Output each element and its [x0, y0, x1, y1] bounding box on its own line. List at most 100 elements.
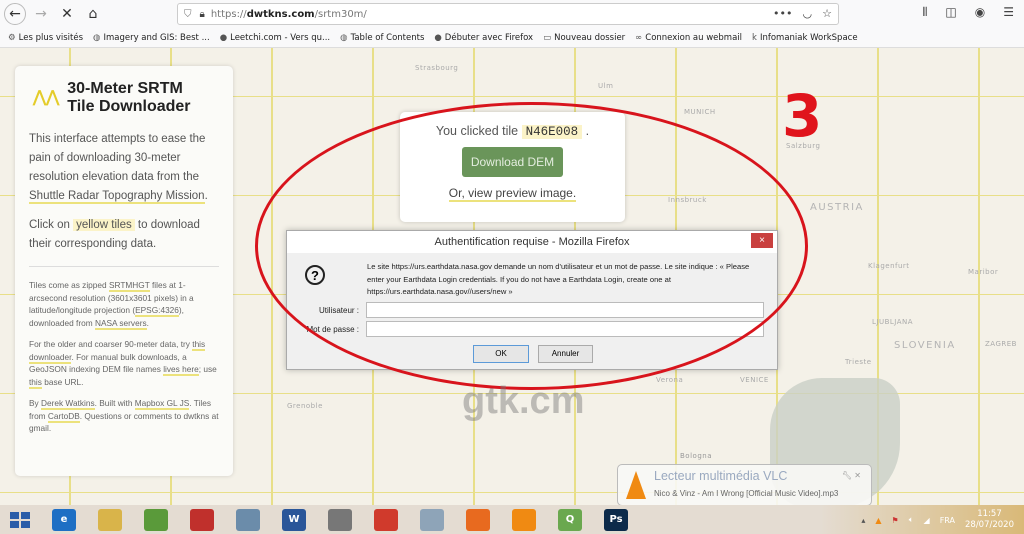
tiles-text: Tiles come as zipped SRTMHGT files at 1-…	[29, 280, 194, 330]
pocket-icon[interactable]: ◡	[803, 7, 813, 20]
nasa-link[interactable]: NASA servers	[94, 317, 147, 330]
base-url-link[interactable]: this	[29, 376, 42, 389]
infomaniak-icon: k	[752, 32, 757, 43]
map-label: VENICE	[740, 376, 769, 384]
url-path: /srtm30m/	[314, 8, 367, 20]
url-bar[interactable]: ⛉ 🔒︎ https://dwtkns.com/srtm30m/ ••• ◡ ☆	[177, 3, 839, 25]
menu-icon[interactable]: ☰	[1003, 5, 1014, 20]
network-icon[interactable]: ◢	[924, 516, 930, 525]
browser-toolbar: ← → ✕ ⌂ ⛉ 🔒︎ https://dwtkns.com/srtm30m/…	[0, 0, 1024, 28]
close-button[interactable]: ×	[751, 233, 773, 248]
back-icon[interactable]: ←	[4, 3, 26, 25]
show-hidden-icons[interactable]: ▴	[861, 516, 865, 525]
map-label: MUNICH	[684, 108, 716, 116]
instructions-text: Click on yellow tiles to download their …	[29, 219, 200, 250]
stop-icon[interactable]: ✕	[56, 3, 78, 25]
auth-dialog: Authentification requise - Mozilla Firef…	[286, 230, 778, 370]
account-icon[interactable]: ◉	[975, 5, 985, 20]
geojson-link[interactable]: lives here	[163, 364, 199, 376]
mapbox-link[interactable]: Mapbox GL JS	[134, 398, 190, 410]
ie-icon[interactable]: e	[52, 508, 76, 531]
map-label: Klagenfurt	[868, 262, 910, 270]
vlc-icon	[626, 471, 646, 499]
vlc-icon[interactable]	[512, 508, 536, 531]
firefox-icon[interactable]	[466, 508, 490, 531]
more-icon[interactable]: •••	[773, 7, 792, 20]
cancel-button[interactable]: Annuler	[538, 345, 593, 363]
bookmark-item[interactable]: ∞ Connexion au webmail	[635, 33, 742, 43]
tile-id: N46E008	[521, 125, 583, 139]
bookmark-item[interactable]: ▭ Nouveau dossier	[543, 33, 625, 43]
cartodb-link[interactable]: CartoDB	[47, 410, 80, 423]
popup-text: You clicked tile	[435, 124, 519, 138]
explorer-icon[interactable]	[98, 508, 122, 531]
password-input[interactable]	[366, 321, 764, 337]
map-label: ZAGREB	[985, 340, 1017, 348]
bookmark-item[interactable]: ● Débuter avec Firefox	[434, 33, 533, 43]
intro-text: This interface attempts to ease the pain…	[29, 133, 208, 204]
globe-icon: ◍	[93, 32, 101, 43]
taskbar: e W Q Ps ▴ ▲ ⚑ 🔈︎ ◢ FRA 11:57 28/07/2020	[0, 505, 1024, 534]
map-label: Innsbruck	[668, 196, 707, 204]
browser-icon[interactable]	[328, 508, 352, 531]
globe-icon: ◍	[340, 32, 348, 43]
home-icon[interactable]: ⌂	[82, 3, 104, 25]
lock-icon: 🔒︎	[199, 8, 205, 20]
vlc-tray-icon[interactable]: ▲	[875, 516, 881, 525]
ok-button[interactable]: OK	[473, 345, 529, 363]
windows-start-icon[interactable]	[10, 511, 30, 528]
settings-icon[interactable]: 🔧︎	[842, 471, 852, 480]
sidebar-icon[interactable]: ◫	[945, 5, 956, 20]
library-icon[interactable]: ⫴	[922, 5, 927, 20]
map-label: LJUBLJANA	[872, 318, 914, 326]
map-label: Strasbourg	[415, 64, 459, 72]
dialog-title: Authentification requise - Mozilla Firef…	[287, 231, 777, 253]
map-label: Trieste	[845, 358, 872, 366]
credits-text: By Derek Watkins. Built with Mapbox GL J…	[29, 398, 219, 433]
bookmark-item[interactable]: ⚙ Les plus visités	[8, 33, 83, 43]
app-icon[interactable]	[190, 508, 214, 531]
star-icon[interactable]: ☆	[822, 7, 832, 20]
map-label: Grenoble	[287, 402, 323, 410]
map-label: Maribor	[968, 268, 999, 276]
username-input[interactable]	[366, 302, 764, 318]
word-icon[interactable]: W	[282, 508, 306, 531]
question-icon: ?	[305, 265, 325, 285]
url-host: dwtkns.com	[246, 8, 315, 20]
bookmark-item[interactable]: ● Leetchi.com - Vers qu...	[220, 33, 330, 43]
map-label: Ulm	[598, 82, 614, 90]
volume-icon[interactable]: 🔈︎	[909, 515, 914, 525]
globe-app-icon[interactable]	[144, 508, 168, 531]
srtm-link[interactable]: Shuttle Radar Topography Mission	[29, 190, 205, 204]
firefox-icon: ●	[434, 32, 442, 43]
url-prefix: https://	[210, 8, 247, 20]
download-dem-button[interactable]: Download DEM	[461, 147, 564, 177]
epsg-link[interactable]: EPSG:4326	[135, 305, 179, 317]
clock[interactable]: 11:57 28/07/2020	[965, 509, 1014, 531]
bookmark-item[interactable]: ◍ Table of Contents	[340, 33, 424, 43]
photoshop-icon[interactable]: Ps	[604, 508, 628, 531]
vlc-notification[interactable]: Lecteur multimédia VLC Nico & Vinz - Am …	[617, 464, 872, 506]
srtmhgt-link[interactable]: SRTMHGT	[108, 280, 150, 292]
close-icon[interactable]: ✕	[854, 471, 861, 480]
flag-icon[interactable]: ⚑	[892, 516, 899, 525]
qgis-icon[interactable]: Q	[558, 508, 582, 531]
bookmark-item[interactable]: k Infomaniak WorkSpace	[752, 33, 858, 43]
author-link[interactable]: Derek Watkins	[41, 398, 95, 410]
pdf-icon[interactable]	[374, 508, 398, 531]
older-data-text: For the older and coarser 90-meter data,…	[29, 339, 217, 389]
watermark: gtk.cm	[462, 380, 585, 422]
calculator-icon[interactable]	[420, 508, 444, 531]
shield-icon[interactable]: ⛉	[184, 9, 192, 20]
panel-title: 30-Meter SRTM Tile Downloader	[67, 80, 191, 115]
app-icon[interactable]	[236, 508, 260, 531]
leetchi-icon: ●	[219, 32, 228, 43]
bookmarks-bar: ⚙ Les plus visités ◍ Imagery and GIS: Best …	[0, 28, 1024, 48]
bookmark-item[interactable]: ◍ Imagery and GIS: Best ...	[93, 33, 210, 43]
step-number-annotation: 3	[782, 82, 823, 150]
preview-image-link[interactable]: Or, view preview image.	[448, 186, 577, 202]
notification-title: Lecteur multimédia VLC	[654, 469, 788, 483]
forward-icon[interactable]: →	[30, 3, 52, 25]
webmail-icon: ∞	[635, 32, 643, 43]
language-indicator[interactable]: FRA	[940, 516, 955, 525]
